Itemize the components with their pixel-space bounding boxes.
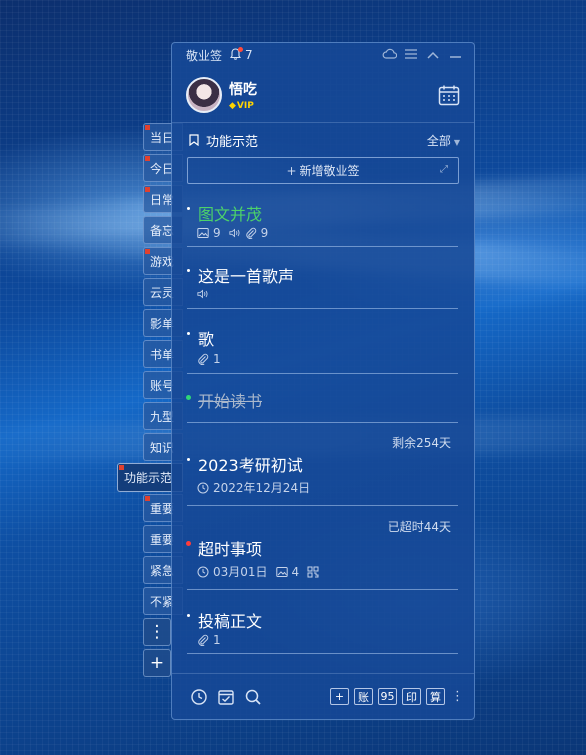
menu-icon[interactable] <box>400 48 422 63</box>
bottom-toolbar: + 账 95 印 算 ⋮ <box>172 673 474 719</box>
reminder-date: 2022年12月24日 <box>213 481 311 495</box>
expand-icon[interactable]: ⤢ <box>440 164 448 175</box>
attachment-icon <box>245 227 256 239</box>
avatar[interactable] <box>186 76 222 113</box>
more-categories-button[interactable]: ⋮ <box>143 618 171 646</box>
more-vertical-icon[interactable]: ⋮ <box>451 690 464 703</box>
section-title: 功能示范 <box>206 134 259 150</box>
note-title: 这是一首歌声 <box>198 267 295 286</box>
note-bullet <box>187 614 190 617</box>
note-bullet <box>187 332 190 335</box>
audio-icon <box>229 228 240 238</box>
attachment-icon <box>198 353 209 365</box>
print-button[interactable]: 印 <box>402 688 421 705</box>
clock-icon <box>197 566 209 577</box>
image-icon <box>197 228 209 238</box>
note-bullet <box>187 269 190 272</box>
note-meta: 1 <box>197 352 221 366</box>
note-title: 2023考研初试 <box>198 456 303 475</box>
bell-icon[interactable] <box>229 46 244 63</box>
reminder-count: 7 <box>245 48 253 62</box>
calendar-icon[interactable] <box>438 84 460 106</box>
calculator-button[interactable]: 算 <box>426 688 445 705</box>
note-title: 投稿正文 <box>198 612 263 631</box>
cloud-sync-icon[interactable] <box>378 48 400 63</box>
clock-icon <box>197 482 209 493</box>
qr-code-icon <box>307 566 319 577</box>
note-item-completed[interactable]: 开始读书 <box>186 388 458 423</box>
user-header: 悟吃 ◆VIP <box>172 67 474 123</box>
note-item[interactable]: 这是一首歌声 <box>187 261 458 309</box>
plus-icon: + <box>286 163 297 178</box>
note-meta <box>197 288 213 300</box>
note-item-overdue[interactable]: 已超时44天 超时事项 03月01日 4 <box>186 518 458 590</box>
note-meta: 9 9 <box>197 226 268 240</box>
add-button[interactable]: + <box>330 688 349 705</box>
counter-button[interactable]: 95 <box>378 688 397 705</box>
days-remaining: 剩余254天 <box>392 436 451 450</box>
note-bullet-completed <box>186 395 191 400</box>
attachment-icon <box>198 634 209 646</box>
checklist-icon[interactable] <box>217 688 235 706</box>
note-meta: 03月01日 4 <box>197 563 323 580</box>
image-icon <box>275 566 288 577</box>
note-meta: 2022年12月24日 <box>197 479 310 496</box>
attachment-count: 1 <box>213 633 221 647</box>
diamond-icon: ◆ <box>229 100 236 111</box>
note-item[interactable]: 图文并茂 9 9 <box>187 199 458 247</box>
attachment-count: 1 <box>213 352 221 366</box>
days-overdue: 已超时44天 <box>387 520 451 534</box>
note-title: 歌 <box>198 330 215 349</box>
add-note-button[interactable]: + 新增敬业签 ⤢ <box>187 157 459 184</box>
reminder-date: 03月01日 <box>213 565 268 579</box>
notes-panel: 敬业签 7 悟吃 ◆VIP 功能示范 全部 ▼ + 新增敬业签 ⤢ 图文并茂 9… <box>171 42 475 720</box>
user-name: 悟吃 <box>229 81 257 98</box>
attachment-count: 9 <box>260 226 269 240</box>
title-bar[interactable]: 敬业签 7 <box>172 43 474 67</box>
note-item[interactable]: 剩余254天 2023考研初试 2022年12月24日 <box>187 434 458 506</box>
vip-badge: ◆VIP <box>229 100 254 111</box>
image-count: 4 <box>291 564 300 579</box>
note-title: 开始读书 <box>198 392 263 411</box>
note-title: 图文并茂 <box>198 205 263 224</box>
note-bullet <box>187 207 190 210</box>
clock-icon[interactable] <box>190 688 208 706</box>
bookmark-icon <box>189 134 199 146</box>
caret-down-icon: ▼ <box>453 137 460 147</box>
audio-icon <box>197 289 208 299</box>
note-bullet-overdue <box>186 541 191 546</box>
note-bullet <box>187 458 190 461</box>
note-item[interactable]: 歌 1 <box>187 324 458 374</box>
note-meta: 1 <box>197 633 221 647</box>
minimize-icon[interactable] <box>444 48 466 63</box>
search-icon[interactable] <box>244 688 262 706</box>
note-item[interactable]: 投稿正文 1 <box>187 606 458 654</box>
image-count: 9 <box>213 226 221 240</box>
filter-dropdown[interactable]: 全部 ▼ <box>427 132 460 149</box>
account-book-button[interactable]: 账 <box>354 688 373 705</box>
add-category-button[interactable]: + <box>143 649 171 677</box>
collapse-icon[interactable] <box>422 48 444 63</box>
app-name: 敬业签 <box>186 48 223 63</box>
note-title: 超时事项 <box>198 540 263 559</box>
section-header: 功能示范 全部 ▼ <box>172 123 474 157</box>
